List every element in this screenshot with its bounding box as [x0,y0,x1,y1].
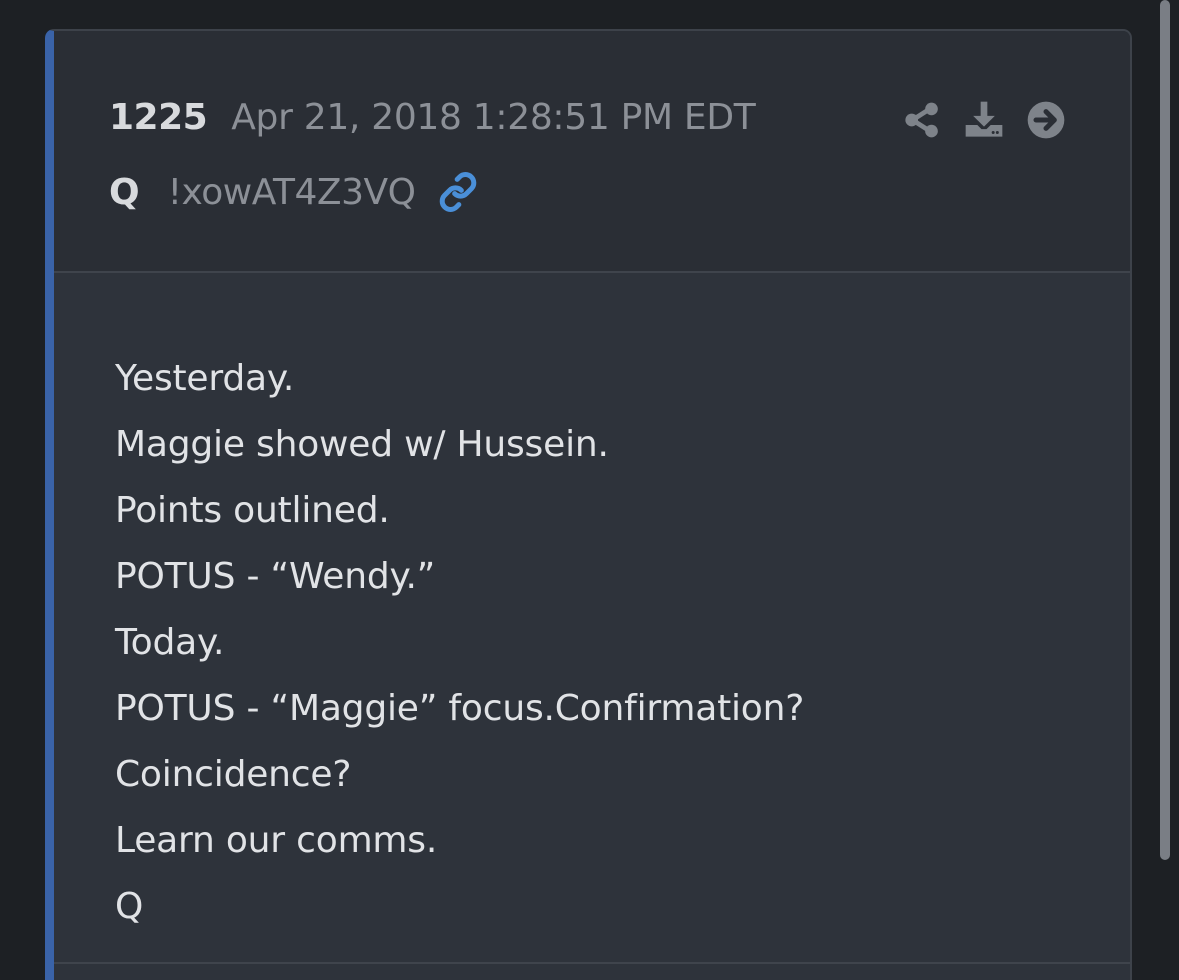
post-actions [902,99,1066,141]
arrow-circle-right-icon[interactable] [1026,99,1066,141]
post-number[interactable]: 1225 [109,97,208,138]
link-icon[interactable] [437,171,479,213]
download-icon[interactable] [964,99,1004,141]
post-line: Points outlined. [115,490,390,531]
share-icon[interactable] [902,99,942,141]
author-tripcode: !xowAT4Z3VQ [167,171,416,213]
footer-divider [54,962,1130,964]
post-line: POTUS - “Wendy.” [115,556,436,597]
post-header: 1225 Apr 21, 2018 1:28:51 PM EDT Q !xowA… [54,31,1130,273]
scrollbar[interactable] [1159,0,1171,980]
page: 1225 Apr 21, 2018 1:28:51 PM EDT Q !xowA… [0,0,1179,980]
post-line: Maggie showed w/ Hussein. [115,424,609,465]
post-line: POTUS - “Maggie” focus.Confirmation? [115,688,805,729]
post-line: Learn our comms. [115,820,438,861]
post-meta: 1225 Apr 21, 2018 1:28:51 PM EDT [109,97,756,147]
post-body: Yesterday. Maggie showed w/ Hussein. Poi… [54,273,1130,940]
scrollbar-thumb[interactable] [1160,0,1170,860]
post-line: Today. [115,622,225,663]
post-date: Apr 21, 2018 1:28:51 PM EDT [231,97,756,138]
post-line: Coincidence? [115,754,352,795]
post-card: 1225 Apr 21, 2018 1:28:51 PM EDT Q !xowA… [45,29,1132,980]
post-line: Yesterday. [115,358,295,399]
download-icon-graphic [965,101,1003,137]
post-author: Q !xowAT4Z3VQ [109,167,479,217]
author-name: Q [109,171,140,213]
link-icon-graphic [440,172,477,212]
share-icon-graphic [905,102,938,138]
post-line: Q [115,886,144,927]
arrow-circle-right-icon-graphic [1027,101,1065,139]
